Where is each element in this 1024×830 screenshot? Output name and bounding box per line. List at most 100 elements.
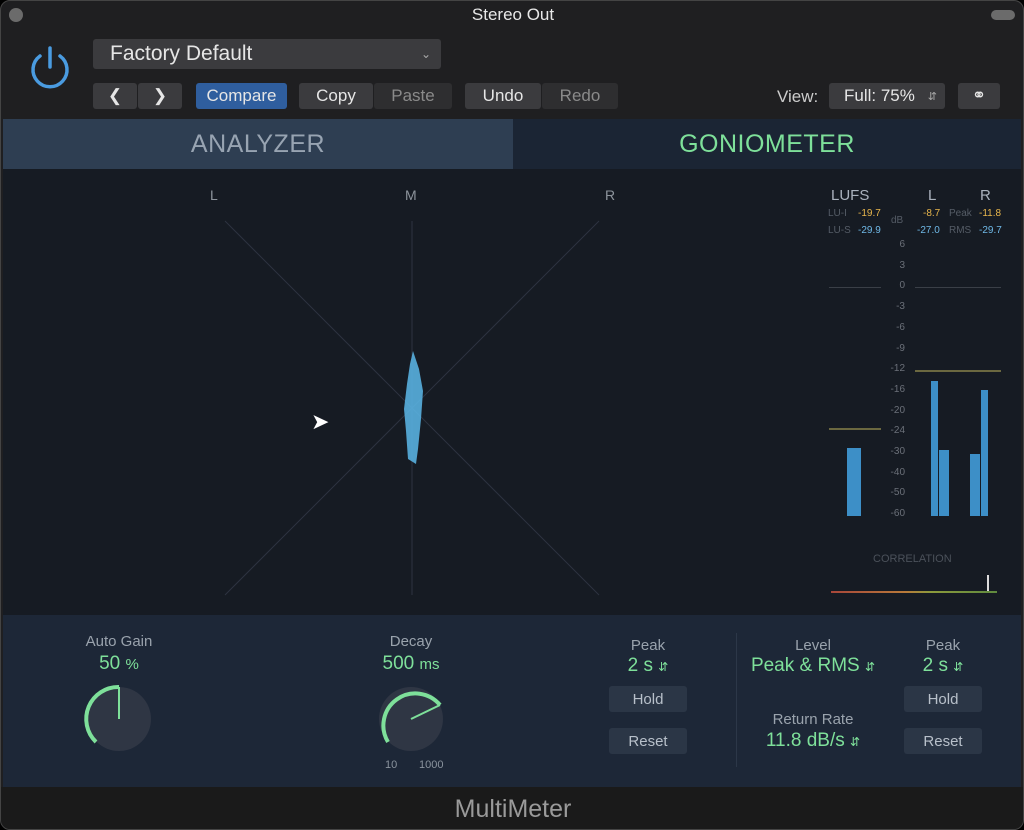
peak-hold-time-2[interactable]: 2 s ⇵ <box>893 655 993 677</box>
preset-dropdown[interactable]: Factory Default ⌄ <box>93 39 441 69</box>
undo-button[interactable]: Undo <box>465 83 541 109</box>
reset-button-2[interactable]: Reset <box>904 728 982 754</box>
l-header: L <box>928 187 937 204</box>
db-scale-tick: 0 <box>899 280 905 292</box>
decay-min: 10 <box>385 759 398 771</box>
tab-goniometer[interactable]: GONIOMETER <box>513 119 1021 169</box>
auto-gain-number: 50 <box>99 653 121 674</box>
decay-unit: ms <box>419 656 440 673</box>
lu-s-value: -29.9 <box>858 225 881 236</box>
level-value: Peak & RMS <box>750 655 860 676</box>
view-label: View: <box>777 87 819 106</box>
updown-icon: ⇵ <box>658 660 669 674</box>
view-value: Full: 75% <box>844 86 915 105</box>
link-icon[interactable]: ⚭ <box>958 83 1000 109</box>
db-scale-tick: -6 <box>896 321 905 333</box>
zero-db-line <box>915 287 1001 288</box>
db-scale-tick: -30 <box>890 446 905 457</box>
updown-icon: ⇵ <box>927 90 937 103</box>
r-rms-value: -29.7 <box>979 225 1002 236</box>
db-scale-tick: -3 <box>896 301 905 313</box>
db-scale-tick: -40 <box>890 466 905 478</box>
peak-hold-time-1-value: 2 s <box>627 655 653 676</box>
lufs-bar <box>847 448 861 516</box>
window-title: Stereo Out <box>471 5 555 24</box>
l-peak-value: -8.7 <box>923 208 941 219</box>
db-scale-tick: -9 <box>896 342 905 354</box>
window-pill-button[interactable] <box>991 10 1015 20</box>
goniometer-display: L M R ➤ LUFS L R LU-I -19.7 LU-S -29.9 d… <box>3 169 1021 615</box>
hold-button-2[interactable]: Hold <box>904 686 982 712</box>
db-scale-tick: -60 <box>890 508 905 520</box>
peak-label: Peak <box>949 208 972 219</box>
db-scale-tick: 3 <box>899 259 905 271</box>
return-rate-value: 11.8 dB/s <box>765 730 845 751</box>
hold-button-1[interactable]: Hold <box>609 686 687 712</box>
correlation-label: CORRELATION <box>873 553 952 565</box>
return-rate-label: Return Rate <box>772 711 854 728</box>
mouse-cursor-icon: ➤ <box>311 409 330 434</box>
zero-db-line <box>829 287 881 288</box>
r-peak-value: -11.8 <box>979 208 1002 219</box>
level-dropdown[interactable]: Peak & RMS ⇵ <box>733 655 893 677</box>
db-scale-tick: -20 <box>890 404 905 416</box>
auto-gain-value: 50 % <box>69 653 169 675</box>
db-scale-tick: 6 <box>899 239 905 250</box>
db-label: dB <box>891 215 904 226</box>
decay-knob[interactable] <box>373 681 449 757</box>
goniometer-label-r: R <box>605 187 616 203</box>
db-scale-tick: -24 <box>890 425 905 437</box>
lu-s-label: LU-S <box>828 225 851 236</box>
peak-label-2: Peak <box>925 637 961 654</box>
decay-max: 1000 <box>419 759 444 771</box>
return-rate-dropdown[interactable]: 11.8 dB/s ⇵ <box>733 730 893 752</box>
lufs-target-marker <box>829 428 881 430</box>
auto-gain-label: Auto Gain <box>85 633 153 650</box>
goniometer-label-m: M <box>405 187 417 203</box>
peak-label-1: Peak <box>630 637 666 654</box>
lu-i-label: LU-I <box>828 208 847 219</box>
l-peak-bar <box>931 381 938 516</box>
peak-hold-time-1[interactable]: 2 s ⇵ <box>598 655 698 677</box>
next-preset-button[interactable]: ❯ <box>138 83 182 109</box>
lufs-header: LUFS <box>831 187 870 204</box>
r-header: R <box>980 187 991 204</box>
goniometer-label-l: L <box>210 187 218 203</box>
db-scale-tick: -50 <box>890 487 905 499</box>
reset-button-1[interactable]: Reset <box>609 728 687 754</box>
chevron-down-icon: ⌄ <box>420 47 431 61</box>
db-scale-tick: -12 <box>890 363 905 375</box>
compare-button[interactable]: Compare <box>196 83 287 109</box>
controls-panel: Auto Gain 50 % Decay 500 ms 10 1000 Peak… <box>3 615 1021 787</box>
goniometer-trace <box>404 351 423 464</box>
r-peak-bar <box>981 390 988 516</box>
view-dropdown[interactable]: Full: 75% ⇵ <box>829 83 945 109</box>
correlation-indicator <box>987 575 989 591</box>
updown-icon: ⇵ <box>864 660 876 674</box>
plugin-name: MultiMeter <box>1 787 1023 829</box>
updown-icon: ⇵ <box>850 735 861 749</box>
goniometer-plot <box>224 220 600 596</box>
tab-analyzer[interactable]: ANALYZER <box>3 119 513 169</box>
l-rms-bar <box>939 450 949 516</box>
power-icon[interactable] <box>25 43 75 93</box>
rms-label: RMS <box>949 225 972 236</box>
previous-preset-button[interactable]: ❮ <box>93 83 137 109</box>
decay-value: 500 ms <box>361 653 461 675</box>
plugin-window: Stereo Out Factory Default ⌄ ❮ ❯ Compare… <box>0 0 1024 830</box>
peak-hold-time-2-value: 2 s <box>922 655 948 676</box>
lu-i-value: -19.7 <box>858 208 881 219</box>
auto-gain-unit: % <box>125 656 139 673</box>
copy-button[interactable]: Copy <box>299 83 373 109</box>
peak-hold-marker <box>915 370 1001 372</box>
db-scale-tick: -16 <box>890 383 905 395</box>
decay-label: Decay <box>389 633 433 650</box>
r-rms-bar <box>970 454 980 516</box>
l-rms-value: -27.0 <box>917 225 940 236</box>
paste-button[interactable]: Paste <box>374 83 452 109</box>
auto-gain-knob[interactable] <box>81 681 157 757</box>
updown-icon: ⇵ <box>953 660 964 674</box>
level-label: Level <box>795 637 831 654</box>
correlation-meter <box>831 591 997 593</box>
redo-button[interactable]: Redo <box>542 83 618 109</box>
